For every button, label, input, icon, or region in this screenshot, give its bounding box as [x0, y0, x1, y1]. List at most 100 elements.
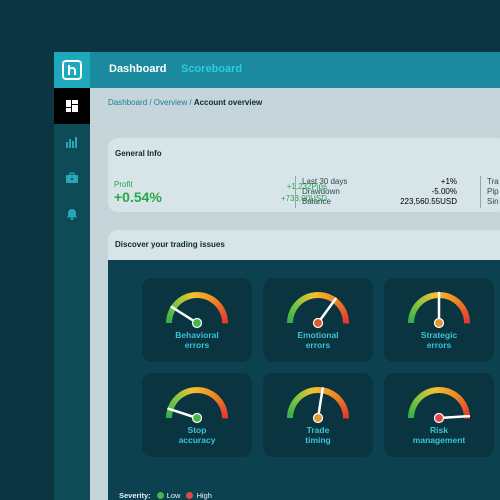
severity-title: Severity: — [119, 491, 151, 500]
gauge-arc-segment — [216, 304, 225, 311]
logo[interactable] — [54, 52, 90, 88]
gauge-arc-segment — [458, 399, 467, 406]
divider — [480, 176, 481, 208]
breadcrumb: Dashboard / Overview / Account overview — [108, 98, 262, 107]
sidebar-item-stats[interactable] — [54, 124, 90, 160]
metric-value-last30: +1% — [440, 177, 457, 186]
gauge-arc-segment — [335, 396, 343, 404]
gauge-dial — [287, 292, 349, 329]
gauge-label-line: Stop — [187, 425, 207, 435]
gauge-arc-segment — [306, 387, 312, 395]
gauge-arc-segment — [445, 388, 452, 396]
gauge-tile-strategic-errors[interactable]: Strategic errors — [384, 278, 494, 362]
gauge-arc-segment — [408, 409, 415, 415]
gauge-arc-segment — [321, 292, 327, 299]
gauge-arc-segment — [430, 292, 437, 299]
gauge-arc-segment — [299, 295, 306, 304]
gauge-arc-segment — [412, 398, 420, 406]
gauge-arc-segment — [221, 409, 228, 416]
general-info-card: General Info Profit +0.54% +1,232Pips +7… — [108, 138, 500, 212]
gauge-arc-segment — [337, 399, 346, 406]
gauge-arc-segment — [188, 387, 195, 394]
gauge-label: Risk management — [384, 425, 494, 445]
sidebar-item-notifications[interactable] — [54, 196, 90, 232]
gauge-arc-segment — [414, 300, 422, 308]
gauge-arc-segment — [412, 303, 420, 311]
gauge-knob — [433, 317, 445, 329]
gauge-arc-segment — [168, 402, 176, 409]
gauge-label-line: Strategic — [420, 330, 458, 340]
tab-scoreboard[interactable]: Scoreboard — [181, 63, 242, 75]
gauge-tile-emotional-errors[interactable]: Emotional errors — [263, 278, 373, 362]
gauge-arc-segment — [342, 409, 349, 416]
sidebar-item-tools[interactable] — [54, 160, 90, 196]
gauge-arc-segment — [454, 393, 462, 401]
severity-low-dot — [156, 492, 164, 499]
gauge-arc-segment — [327, 389, 334, 397]
gauge-label-line: management — [412, 435, 466, 445]
gauge-arc-segment — [220, 406, 228, 412]
gauge-label-line: timing — [305, 435, 331, 445]
gauge-arc-segment — [296, 298, 304, 306]
gauge-label-line: errors — [426, 340, 452, 350]
logo-icon — [62, 60, 82, 80]
gauge-arc-segment — [203, 293, 210, 301]
gauge-arc-segment — [291, 398, 299, 406]
gauge-arc-segment — [306, 292, 312, 300]
sidebar-item-dashboard[interactable] — [54, 88, 90, 124]
gauge-arc-segment — [420, 295, 427, 304]
gauge-dial — [166, 387, 228, 424]
gauge-arc-segment — [451, 296, 459, 304]
gauge-arc-segment — [333, 298, 341, 306]
metric-label-balance: Balance — [302, 197, 331, 206]
gauge-arc-segment — [430, 387, 437, 394]
gauge-knob — [312, 412, 324, 424]
gauge-label-line: Behavioral — [175, 330, 219, 340]
gauge-arc-segment — [216, 399, 225, 406]
gauge-arc-segment — [341, 311, 349, 317]
metric-label-cut: Pip — [487, 187, 499, 196]
gauge-knob — [312, 317, 324, 329]
general-info-title: General Info — [115, 149, 162, 158]
trading-issues-card: Discover your trading issues Behavioral e… — [108, 230, 500, 500]
gauge-arc-segment — [288, 310, 296, 317]
gauge-tile-stop-accuracy[interactable]: Stop accuracy — [142, 373, 252, 457]
chart-icon — [66, 137, 77, 148]
gauge-arc-segment — [454, 298, 462, 306]
gauge-arc-segment — [309, 292, 316, 299]
gauge-knob — [433, 412, 445, 424]
gauge-arc-segment — [178, 390, 185, 399]
gauge-arc-segment — [427, 292, 433, 300]
gauge-arc-segment — [289, 402, 297, 409]
gauge-arc-segment — [218, 402, 226, 409]
gauge-arc-segment — [299, 390, 306, 399]
gauge-arc-segment — [302, 389, 309, 397]
gauge-tile-risk-management[interactable]: Risk management — [384, 373, 494, 457]
gauge-arc-segment — [293, 300, 301, 308]
gauge-arc-segment — [287, 409, 294, 415]
gauge-tile-trade-timing[interactable]: Trade timing — [263, 373, 373, 457]
gauge-arc-segment — [170, 398, 178, 406]
breadcrumb-path[interactable]: Dashboard / Overview / — [108, 98, 194, 107]
metric-label-drawdown: Drawdown — [302, 187, 340, 196]
gauge-arc-segment — [188, 292, 195, 299]
gauge-arc-segment — [448, 294, 455, 302]
gauge-arc-segment — [445, 293, 452, 301]
gauge-arc-segment — [460, 402, 468, 409]
gauge-tile-behavioral-errors[interactable]: Behavioral errors — [142, 278, 252, 362]
gauge-arc-segment — [417, 298, 425, 306]
metric-value-balance: 223,560.55USD — [400, 197, 457, 206]
gauge-arc-segment — [221, 314, 228, 321]
sidebar — [54, 88, 90, 500]
toolbox-icon — [66, 172, 78, 183]
gauge-arc-segment — [200, 292, 206, 299]
top-bar: Dashboard Scoreboard — [54, 52, 500, 88]
severity-legend: Severity: Low High — [119, 491, 212, 500]
gauge-arc-segment — [330, 391, 338, 399]
gauge-arc-segment — [289, 307, 297, 314]
tab-dashboard[interactable]: Dashboard — [109, 63, 166, 75]
gauge-arc-segment — [339, 307, 347, 314]
gauge-label: Trade timing — [263, 425, 373, 445]
gauge-arc-segment — [335, 301, 343, 309]
gauge-arc-segment — [423, 294, 430, 302]
